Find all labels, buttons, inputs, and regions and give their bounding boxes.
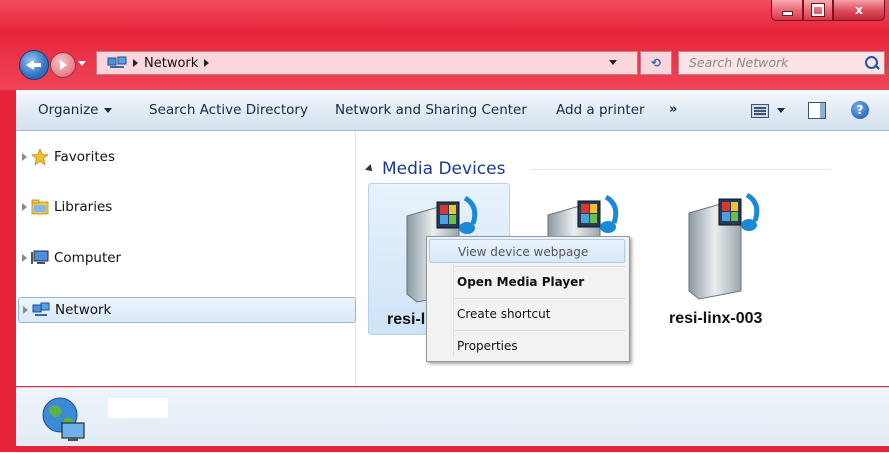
address-bar[interactable]: Network — [96, 51, 638, 75]
navigation-pane: Favorites Libraries Computer Network — [16, 131, 356, 386]
group-header-label: Media Devices — [382, 159, 506, 179]
sidebar-item-network[interactable]: Network — [18, 297, 356, 323]
star-icon — [31, 149, 49, 165]
group-header-media-devices[interactable]: Media Devices — [365, 159, 506, 179]
more-commands-button[interactable]: » — [669, 90, 677, 130]
expand-arrow-icon[interactable] — [23, 306, 28, 314]
sidebar-item-favorites[interactable]: Favorites — [22, 145, 115, 169]
window-border — [0, 446, 889, 452]
menu-item-open-media-player[interactable]: Open Media Player — [457, 270, 584, 294]
menu-item-view-device-webpage[interactable]: View device webpage — [429, 239, 625, 263]
network-sharing-center-button[interactable]: Network and Sharing Center — [335, 90, 527, 130]
menu-separator — [455, 330, 625, 331]
sidebar-item-label: Computer — [54, 250, 122, 266]
expand-arrow-icon[interactable] — [22, 254, 27, 262]
caption-buttons: x — [771, 0, 885, 28]
minimize-icon — [781, 10, 793, 16]
preview-pane-icon[interactable] — [808, 102, 826, 119]
group-divider — [531, 159, 831, 170]
device-label: resi-linx-003 — [669, 310, 763, 327]
network-icon — [32, 302, 50, 316]
close-button[interactable]: x — [833, 0, 885, 21]
sidebar-item-label: Network — [55, 302, 112, 318]
command-bar: Organize Search Active Directory Network… — [16, 90, 889, 131]
device-tile[interactable]: resi-linx-003 — [669, 183, 809, 333]
refresh-button[interactable]: ⟲ — [640, 51, 672, 75]
maximize-icon — [811, 3, 825, 17]
sidebar-item-label: Libraries — [54, 199, 113, 215]
menu-item-create-shortcut[interactable]: Create shortcut — [457, 302, 550, 326]
forward-button[interactable] — [50, 52, 76, 78]
search-input[interactable]: Search Network — [678, 51, 885, 75]
network-icon — [107, 56, 127, 68]
recent-pages-dropdown[interactable] — [78, 61, 86, 66]
organize-button[interactable]: Organize — [38, 90, 113, 130]
back-button[interactable] — [19, 50, 49, 80]
explorer-window: x Network ⟲ Search Network Organize Sear… — [0, 0, 889, 453]
address-dropdown-icon[interactable] — [609, 60, 617, 65]
refresh-icon: ⟲ — [650, 56, 662, 70]
organize-label: Organize — [38, 102, 99, 118]
menu-separator — [455, 298, 625, 299]
minimize-button[interactable] — [771, 0, 803, 21]
search-icon[interactable] — [865, 56, 878, 69]
sidebar-item-libraries[interactable]: Libraries — [22, 195, 112, 219]
menu-item-properties[interactable]: Properties — [457, 334, 518, 358]
sidebar-item-computer[interactable]: Computer — [22, 246, 121, 270]
breadcrumb-separator[interactable] — [133, 59, 138, 67]
media-server-icon — [688, 192, 760, 300]
add-printer-button[interactable]: Add a printer — [556, 90, 645, 130]
view-options-dropdown[interactable] — [777, 108, 785, 113]
maximize-button[interactable] — [803, 0, 833, 21]
search-active-directory-button[interactable]: Search Active Directory — [149, 90, 308, 130]
network-globe-icon — [42, 397, 85, 441]
context-menu: View device webpage Open Media Player Cr… — [426, 236, 630, 362]
details-title-field — [108, 398, 168, 418]
details-pane — [16, 387, 889, 453]
navigation-bar: Network ⟲ Search Network — [0, 45, 889, 81]
sidebar-item-label: Favorites — [54, 149, 115, 165]
collapse-arrow-icon[interactable] — [365, 164, 375, 174]
libraries-icon — [31, 199, 49, 215]
breadcrumb-separator[interactable] — [204, 59, 210, 67]
expand-arrow-icon[interactable] — [22, 203, 27, 211]
chevron-down-icon — [104, 107, 113, 113]
help-icon[interactable]: ? — [851, 101, 869, 119]
computer-icon — [31, 250, 49, 264]
menu-separator — [455, 266, 625, 267]
close-icon: x — [855, 3, 863, 17]
change-view-icon[interactable] — [751, 104, 769, 118]
breadcrumb-network[interactable]: Network — [144, 56, 198, 71]
expand-arrow-icon[interactable] — [22, 153, 27, 161]
search-placeholder: Search Network — [689, 55, 789, 70]
